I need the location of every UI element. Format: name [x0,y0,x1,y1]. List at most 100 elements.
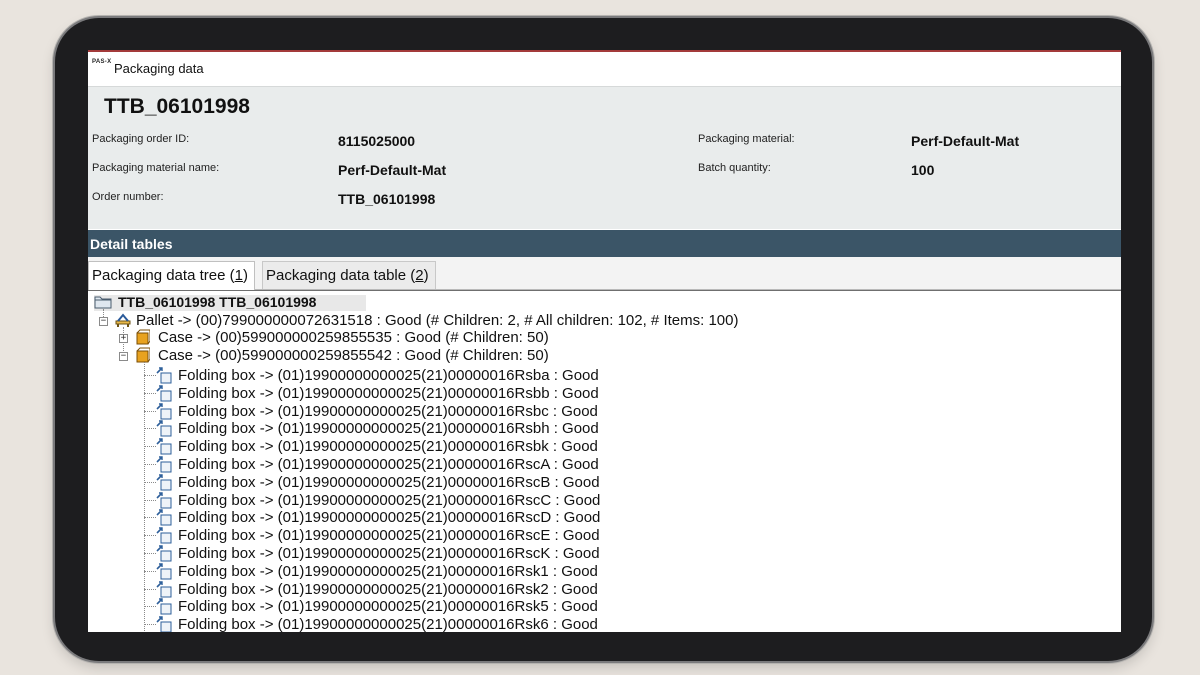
folding-box-icon [156,456,172,473]
tree-connector [144,428,156,430]
window-title: Packaging data [114,61,204,76]
pallet-collapse-toggle[interactable]: − [99,317,108,326]
folding-box-icon [156,367,172,384]
tab-packaging-data-tree[interactable]: Packaging data tree (1) [88,261,255,290]
tree-connector [144,481,156,483]
folding-box-icon [156,438,172,455]
folding-box-icon [156,509,172,526]
folder-icon [94,296,112,309]
tree-root-label: TTB_06101998 TTB_06101998 [118,294,317,310]
batch-quantity-label: Batch quantity: [698,162,771,174]
tree-root-node[interactable]: TTB_06101998 TTB_06101998 [94,294,374,312]
pallet-icon [115,313,131,327]
tree-connector [144,410,156,412]
tree-connector [144,588,156,590]
detail-tables-title: Detail tables [90,235,173,252]
case-box-icon [136,347,150,363]
folding-box-icon [156,527,172,544]
app-logo: PAS-X [92,59,112,65]
tab-label: Packaging data tree ( [92,267,235,284]
packaging-order-id-label: Packaging order ID: [92,133,190,145]
case-label: Case -> (00)599000000259855542 : Good (#… [158,347,549,364]
tab-shortcut-key: 1 [234,267,243,284]
tree-connector [144,446,156,448]
packaging-material-name-label: Packaging material name: [92,162,220,174]
folding-box-node[interactable]: Folding box -> (01)19900000000025(21)000… [156,616,626,632]
tree-connector [144,517,156,519]
folding-box-label: Folding box -> (01)19900000000025(21)000… [178,598,598,616]
order-title: TTB_06101998 [104,95,250,118]
batch-quantity-value: 100 [911,162,935,178]
folding-box-node[interactable]: Folding box -> (01)19900000000025(21)000… [156,492,626,510]
folding-box-node[interactable]: Folding box -> (01)19900000000025(21)000… [156,367,626,385]
folding-box-label: Folding box -> (01)19900000000025(21)000… [178,616,598,632]
tree-connector [144,570,156,572]
folding-box-icon [156,402,172,420]
folding-box-node[interactable]: Folding box -> (01)19900000000025(21)000… [156,509,626,527]
tree-connector [144,362,145,632]
folding-box-node[interactable]: Folding box -> (01)19900000000025(21)000… [156,420,626,438]
folding-box-label: Folding box -> (01)19900000000025(21)000… [178,509,601,527]
folding-box-node[interactable]: Folding box -> (01)19900000000025(21)000… [156,527,626,545]
folding-box-icon [156,474,172,491]
tree-connector [144,375,156,376]
tab-packaging-data-table[interactable]: Packaging data table (2) [262,261,436,289]
folding-box-node[interactable]: Folding box -> (01)19900000000025(21)000… [156,581,626,599]
folding-box-icon [156,545,172,562]
tree-connector [144,499,156,501]
folding-box-label: Folding box -> (01)19900000000025(21)000… [178,491,601,509]
folding-box-icon [156,385,172,402]
title-bar: PAS-X Packaging data [88,52,1121,86]
folding-box-label: Folding box -> (01)19900000000025(21)000… [178,456,599,473]
folding-box-icon [156,563,172,580]
tree-connector [144,535,156,537]
folding-box-node[interactable]: Folding box -> (01)19900000000025(21)000… [156,563,626,581]
tree-connector [144,606,156,608]
folding-box-node[interactable]: Folding box -> (01)19900000000025(21)000… [156,385,626,403]
folding-box-label: Folding box -> (01)19900000000025(21)000… [178,438,598,456]
tab-label-suffix: ) [423,267,429,284]
case-expand-toggle[interactable]: + [119,334,128,343]
folding-box-node[interactable]: Folding box -> (01)19900000000025(21)000… [156,438,626,456]
folding-box-label: Folding box -> (01)19900000000025(21)000… [178,545,600,562]
order-number-label: Order number: [92,191,164,203]
folding-box-label: Folding box -> (01)19900000000025(21)000… [178,580,598,598]
pallet-node[interactable]: Pallet -> (00)799000000072631518 : Good … [114,312,814,330]
tree-connector [144,392,156,394]
folding-box-icon [156,491,172,509]
folding-box-node[interactable]: Folding box -> (01)19900000000025(21)000… [156,474,626,492]
app-window: PAS-X Packaging data TTB_06101998 Packag… [88,50,1121,632]
case-collapse-toggle[interactable]: − [119,352,128,361]
folding-box-icon [156,616,172,632]
case-node[interactable]: Case -> (00)599000000259855535 : Good (#… [134,329,584,347]
folding-box-label: Folding box -> (01)19900000000025(21)000… [178,562,598,580]
folding-box-label: Folding box -> (01)19900000000025(21)000… [178,402,598,420]
folding-box-label: Folding box -> (01)19900000000025(21)000… [178,473,600,491]
tree-connector [144,553,156,554]
packaging-data-tree: TTB_06101998 TTB_06101998 − Pallet -> (0… [88,290,1121,632]
folding-box-node[interactable]: Folding box -> (01)19900000000025(21)000… [156,598,626,616]
tab-shortcut-key: 2 [415,267,424,284]
case-box-icon [136,329,150,345]
tab-label: Packaging data table ( [266,267,416,284]
folding-box-label: Folding box -> (01)19900000000025(21)000… [178,384,599,402]
folding-box-node[interactable]: Folding box -> (01)19900000000025(21)000… [156,545,626,563]
detail-tables-header: Detail tables [88,230,1121,257]
pallet-label: Pallet -> (00)799000000072631518 : Good … [136,312,739,329]
folding-box-node[interactable]: Folding box -> (01)19900000000025(21)000… [156,456,626,474]
case-label: Case -> (00)599000000259855535 : Good (#… [158,329,549,346]
tab-label-suffix: ) [242,267,248,284]
case-node[interactable]: Case -> (00)599000000259855542 : Good (#… [134,347,584,365]
detail-tabs: Packaging data tree (1) Packaging data t… [88,257,1121,290]
order-number-value: TTB_06101998 [338,191,436,207]
tree-connector [144,464,156,465]
folding-box-icon [156,598,172,615]
folding-box-icon [156,580,172,598]
order-header-panel: TTB_06101998 Packaging order ID: 8115025… [88,86,1121,229]
folding-box-node[interactable]: Folding box -> (01)19900000000025(21)000… [156,403,626,421]
folding-box-icon [156,420,172,437]
packaging-material-value: Perf-Default-Mat [911,133,1020,149]
folding-box-label: Folding box -> (01)19900000000025(21)000… [178,527,600,545]
tree-connector [144,624,156,626]
packaging-order-id-value: 8115025000 [338,133,416,149]
